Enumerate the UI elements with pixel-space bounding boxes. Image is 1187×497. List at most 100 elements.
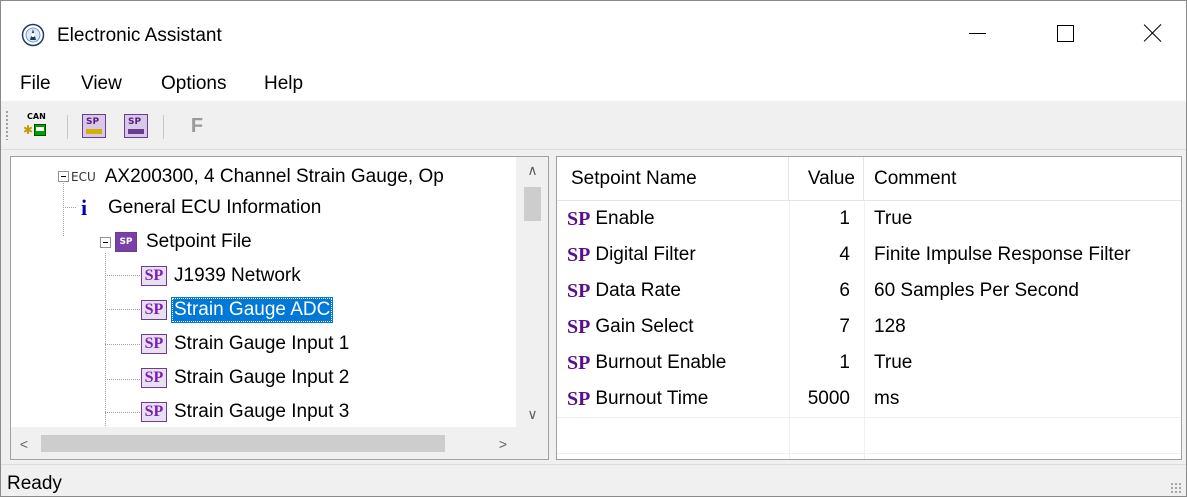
title-bar[interactable]: Electronic Assistant: [1, 1, 1186, 63]
table-row[interactable]: SP Enable 1 True: [557, 201, 1181, 237]
setpoint-name-cell: SP Gain Select: [557, 309, 789, 345]
tree-vertical-scrollbar[interactable]: ∧ ∨: [516, 157, 548, 427]
window-title: Electronic Assistant: [57, 25, 222, 46]
setpoint-list[interactable]: Setpoint Name Value Comment SP Enable 1 T…: [556, 156, 1182, 460]
toolbar-grip[interactable]: [5, 110, 9, 140]
setpoint-value: 4: [839, 244, 850, 265]
setpoint-value: 1: [839, 208, 850, 229]
tree-connector: [63, 207, 77, 208]
scroll-thumb[interactable]: [524, 187, 541, 221]
setpoint-comment: 60 Samples Per Second: [874, 280, 1079, 301]
minimize-icon: [968, 32, 986, 34]
status-bar: Ready: [1, 464, 1186, 496]
setpoint-comment: 128: [874, 316, 906, 337]
setpoint-name: Data Rate: [595, 280, 681, 301]
setpoint-file-open-icon: SP: [82, 114, 106, 138]
table-row[interactable]: SP Digital Filter 4 Finite Impulse Respon…: [557, 237, 1181, 273]
tree-node-setpoint-file[interactable]: SP Setpoint File: [115, 225, 255, 259]
scroll-thumb[interactable]: [41, 435, 445, 452]
setpoint-file-save-icon: SP: [124, 114, 148, 138]
ecu-icon: ECU: [71, 170, 96, 184]
setpoint-icon: SP: [567, 279, 591, 302]
tree-node-strain-gauge-input-2[interactable]: SP Strain Gauge Input 2: [141, 361, 352, 395]
maximize-button[interactable]: [1034, 7, 1096, 59]
collapse-toggle-setpoint-file[interactable]: [100, 237, 111, 248]
ecu-tree[interactable]: ECU AX200300, 4 Channel Strain Gauge, Op…: [10, 156, 549, 460]
setpoint-name-cell: SP Burnout Time: [557, 381, 789, 417]
tree-connector: [105, 309, 141, 310]
menu-view[interactable]: View: [81, 73, 122, 95]
maximize-icon: [1056, 24, 1074, 42]
tree-node-strain-gauge-input-3[interactable]: SP Strain Gauge Input 3: [141, 395, 352, 429]
info-icon: i: [80, 195, 88, 220]
tree-node-label: Strain Gauge Input 3: [174, 401, 350, 422]
tree-node-strain-gauge-input-1[interactable]: SP Strain Gauge Input 1: [141, 327, 352, 361]
table-row[interactable]: SP Burnout Enable 1 True: [557, 345, 1181, 381]
open-setpoint-file-button[interactable]: SP: [79, 111, 109, 141]
resize-grip-icon[interactable]: [1170, 482, 1182, 494]
menu-bar: File View Options Help: [1, 63, 1186, 101]
scroll-right-icon[interactable]: >: [490, 427, 516, 459]
menu-file[interactable]: File: [20, 73, 51, 95]
row-gridline: [557, 453, 1181, 454]
table-row[interactable]: SP Gain Select 7 128: [557, 309, 1181, 345]
scroll-corner: [516, 427, 548, 459]
setpoint-name-cell: SP Data Rate: [557, 273, 789, 309]
setpoint-icon: SP: [567, 243, 591, 266]
tree-node-label: Setpoint File: [146, 231, 252, 252]
status-text: Ready: [7, 473, 62, 494]
column-header-value[interactable]: Value: [789, 157, 864, 201]
tree-connector: [105, 412, 141, 413]
scroll-down-icon[interactable]: ∨: [516, 401, 548, 427]
app-window: Electronic Assistant File View Options H…: [0, 0, 1187, 497]
setpoint-value: 6: [839, 280, 850, 301]
setpoint-comment: True: [874, 352, 913, 373]
setpoint-group-icon: SP: [141, 402, 167, 422]
flash-icon: F: [190, 114, 204, 137]
scroll-up-icon[interactable]: ∧: [516, 157, 548, 183]
close-button[interactable]: [1122, 7, 1184, 59]
toolbar-separator: [67, 115, 68, 139]
setpoint-value: 7: [839, 316, 850, 337]
setpoint-group-icon: SP: [141, 368, 167, 388]
tree-node-ecu[interactable]: ECU AX200300, 4 Channel Strain Gauge, Op: [71, 160, 447, 194]
collapse-toggle-ecu[interactable]: [58, 171, 69, 182]
list-header: Setpoint Name Value Comment: [557, 157, 1181, 201]
setpoint-name: Burnout Enable: [595, 352, 727, 373]
tree-horizontal-scrollbar[interactable]: < >: [11, 427, 516, 459]
row-gridline: [557, 417, 1181, 418]
tree-node-label: J1939 Network: [174, 265, 301, 286]
setpoint-comment: Finite Impulse Response Filter: [874, 244, 1131, 265]
setpoint-name-cell: SP Burnout Enable: [557, 345, 789, 381]
setpoint-icon: SP: [567, 387, 591, 410]
setpoint-group-icon: SP: [141, 334, 167, 354]
menu-options[interactable]: Options: [161, 73, 226, 95]
setpoint-name: Enable: [595, 208, 655, 229]
menu-help[interactable]: Help: [264, 73, 303, 95]
tree-node-j1939-network[interactable]: SP J1939 Network: [141, 259, 304, 293]
setpoint-name-cell: SP Digital Filter: [557, 237, 789, 273]
setpoint-icon: SP: [567, 315, 591, 338]
tree-node-label: General ECU Information: [108, 197, 322, 218]
setpoint-value: 1: [839, 352, 850, 373]
tree-node-strain-gauge-adc[interactable]: SP Strain Gauge ADC: [141, 293, 334, 327]
setpoint-name: Digital Filter: [595, 244, 696, 265]
setpoint-file-icon: SP: [115, 232, 137, 252]
setpoint-name-cell: SP Enable: [557, 201, 789, 237]
table-row[interactable]: SP Burnout Time 5000 ms: [557, 381, 1181, 417]
save-setpoint-file-button[interactable]: SP: [121, 111, 151, 141]
minimize-button[interactable]: [946, 7, 1008, 59]
setpoint-name: Gain Select: [595, 316, 694, 337]
can-network-icon: CAN ✱: [23, 112, 46, 137]
scroll-left-icon[interactable]: <: [11, 427, 37, 459]
can-connect-button[interactable]: CAN ✱: [20, 111, 50, 141]
column-header-setpoint-name[interactable]: Setpoint Name: [557, 157, 789, 201]
tree-node-general-info[interactable]: i General ECU Information: [77, 191, 324, 225]
tree-node-label: Strain Gauge ADC: [171, 297, 334, 323]
column-header-comment[interactable]: Comment: [864, 157, 1181, 201]
flash-button[interactable]: F: [182, 111, 212, 141]
table-row[interactable]: SP Data Rate 6 60 Samples Per Second: [557, 273, 1181, 309]
setpoint-group-icon: SP: [141, 266, 167, 286]
pane-splitter[interactable]: [549, 156, 556, 460]
toolbar-border: [1, 149, 1186, 150]
